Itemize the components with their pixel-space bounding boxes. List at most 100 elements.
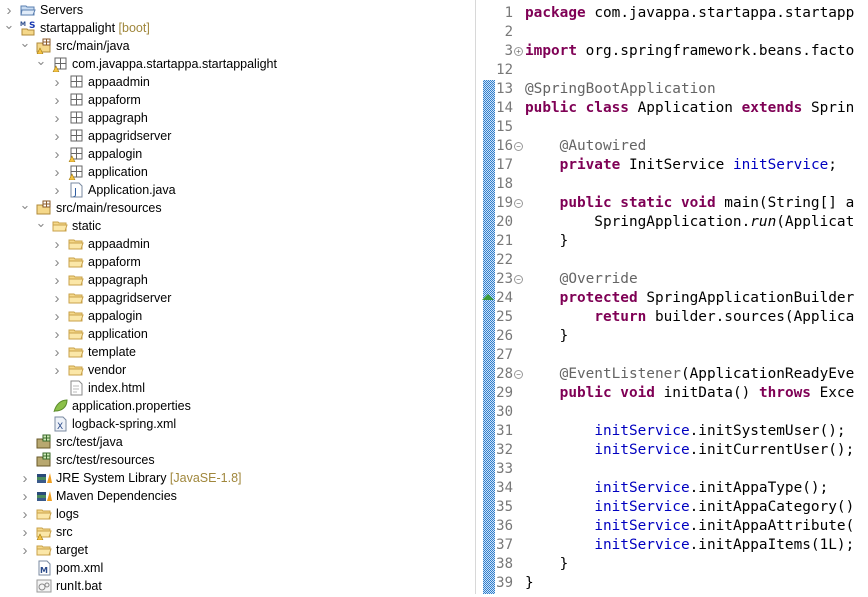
tree-item-application-java[interactable]: › J Application.java bbox=[0, 181, 470, 199]
tree-item-logs[interactable]: › logs bbox=[0, 505, 470, 523]
tree-item-appalogin[interactable]: › appalogin bbox=[0, 307, 470, 325]
tree-item-appaform[interactable]: › appaform bbox=[0, 91, 470, 109]
tree-item-label: logs bbox=[56, 507, 79, 521]
chevron-right-icon[interactable]: › bbox=[52, 181, 62, 199]
chevron-right-icon[interactable]: › bbox=[20, 469, 30, 487]
tree-item-vendor[interactable]: › vendor bbox=[0, 361, 470, 379]
chevron-down-icon[interactable]: ⌄ bbox=[20, 34, 31, 52]
chevron-right-icon[interactable]: › bbox=[52, 289, 62, 307]
chevron-right-icon[interactable]: › bbox=[52, 307, 62, 325]
folder-icon bbox=[68, 362, 84, 378]
chevron-right-icon[interactable]: › bbox=[20, 523, 30, 541]
tree-item-appaform[interactable]: › appaform bbox=[0, 253, 470, 271]
chevron-right-icon[interactable]: › bbox=[52, 109, 62, 127]
keyword: throws bbox=[758, 385, 811, 401]
tree-item-jre-system-library[interactable]: › JRE System Library [JavaSE-1.8] bbox=[0, 469, 470, 487]
tree-item-label: src/test/resources bbox=[56, 453, 155, 467]
chevron-right-icon[interactable]: › bbox=[52, 361, 62, 379]
tree-item-src-test-resources[interactable]: src/test/resources bbox=[0, 451, 470, 469]
java-editor[interactable]: 1 package com.javappa.startappa.startapp 2… bbox=[477, 0, 868, 594]
chevron-right-icon[interactable]: › bbox=[20, 541, 30, 559]
tree-item-runit-bat[interactable]: runIt.bat bbox=[0, 577, 470, 595]
tree-item-application[interactable]: › application bbox=[0, 325, 470, 343]
line-number: 2 bbox=[504, 24, 513, 40]
fold-collapse-icon[interactable]: − bbox=[514, 275, 523, 284]
tree-item-appalogin[interactable]: › appalogin bbox=[0, 145, 470, 163]
package-explorer: › Servers ⌄ M Sstartappalight [boot] ⌄ src/mai… bbox=[0, 0, 476, 594]
fold-collapse-icon[interactable]: − bbox=[514, 142, 523, 151]
tree-item-logback-spring-xml[interactable]: Xlogback-spring.xml bbox=[0, 415, 470, 433]
tree-item-appagridserver[interactable]: › appagridserver bbox=[0, 127, 470, 145]
code-text: } bbox=[525, 233, 569, 249]
code-line: public void initData() throws Exce bbox=[525, 384, 855, 403]
tree-item-src-main-resources[interactable]: ⌄ src/main/resources bbox=[0, 196, 470, 217]
chevron-right-icon[interactable]: › bbox=[52, 145, 62, 163]
tree-item-com-javappa-startappa-startappalight[interactable]: ⌄ com.javappa.startappa.startappalight bbox=[0, 52, 470, 73]
tree-item-appagraph[interactable]: › appagraph bbox=[0, 109, 470, 127]
keyword: protected bbox=[559, 290, 638, 306]
tree-item-label: appaform bbox=[88, 93, 141, 107]
tree-item-target[interactable]: › target bbox=[0, 541, 470, 559]
line-number: 34 bbox=[496, 480, 513, 496]
tree-item-template[interactable]: › template bbox=[0, 343, 470, 361]
code-line: SpringApplication.run(Applicat bbox=[525, 213, 854, 232]
tree-item-appagraph[interactable]: › appagraph bbox=[0, 271, 470, 289]
tree-item-src-main-java[interactable]: ⌄ src/main/java bbox=[0, 34, 470, 55]
tree-item-application-properties[interactable]: application.properties bbox=[0, 397, 470, 415]
chevron-right-icon[interactable]: › bbox=[52, 73, 62, 91]
tree-item-index-html[interactable]: index.html bbox=[0, 379, 470, 397]
code-line: @Override bbox=[525, 270, 638, 289]
tree-item-label: static bbox=[72, 219, 102, 233]
chevron-right-icon[interactable]: › bbox=[20, 505, 30, 523]
chevron-down-icon[interactable]: ⌄ bbox=[36, 214, 47, 232]
fold-expand-icon[interactable]: + bbox=[514, 47, 523, 56]
chevron-down-icon[interactable]: ⌄ bbox=[20, 196, 31, 214]
code-text: ; bbox=[828, 157, 837, 173]
chevron-down-icon[interactable]: ⌄ bbox=[4, 16, 15, 34]
tree-item-decoration: [boot] bbox=[115, 21, 150, 35]
chevron-right-icon[interactable]: › bbox=[20, 487, 30, 505]
code-line: initService.initSystemUser(); bbox=[525, 422, 845, 441]
chevron-right-icon[interactable]: › bbox=[52, 235, 62, 253]
tree-item-label: appaadmin bbox=[88, 75, 150, 89]
tree-item-appaadmin[interactable]: › appaadmin bbox=[0, 73, 470, 91]
chevron-right-icon[interactable]: › bbox=[52, 163, 62, 181]
chevron-right-icon[interactable]: › bbox=[52, 91, 62, 109]
tree-item-src-test-java[interactable]: src/test/java bbox=[0, 433, 470, 451]
tree-item-maven-dependencies[interactable]: › Maven Dependencies bbox=[0, 487, 470, 505]
line-number: 38 bbox=[496, 556, 513, 572]
chevron-right-icon[interactable]: › bbox=[52, 325, 62, 343]
code-text: SpringApplication. bbox=[525, 214, 751, 230]
fold-collapse-icon[interactable]: − bbox=[514, 370, 523, 379]
line-number: 15 bbox=[496, 119, 513, 135]
fold-collapse-icon[interactable]: − bbox=[514, 199, 523, 208]
code-line: } bbox=[525, 574, 534, 593]
chevron-down-icon[interactable]: ⌄ bbox=[36, 52, 47, 70]
tree-item-servers[interactable]: › Servers bbox=[0, 1, 470, 19]
annotation: @EventListener bbox=[559, 366, 681, 382]
package-icon bbox=[68, 164, 84, 181]
chevron-right-icon[interactable]: › bbox=[52, 343, 62, 361]
code-line: } bbox=[525, 232, 569, 251]
tree-item-label: appagridserver bbox=[88, 291, 172, 305]
tree-item-label: src/main/resources bbox=[56, 201, 162, 215]
tree-item-label: appaadmin bbox=[88, 237, 150, 251]
tree-item-static[interactable]: ⌄ static bbox=[0, 214, 470, 235]
code-line: } bbox=[525, 555, 569, 574]
code-text: initData() bbox=[663, 385, 751, 401]
library-icon bbox=[36, 488, 52, 504]
chevron-right-icon[interactable]: › bbox=[52, 271, 62, 289]
tree-item-pom-xml[interactable]: Mpom.xml bbox=[0, 559, 470, 577]
tree-item-appagridserver[interactable]: › appagridserver bbox=[0, 289, 470, 307]
code-text: } bbox=[525, 556, 569, 572]
tree-item-appaadmin[interactable]: › appaadmin bbox=[0, 235, 470, 253]
folder-icon bbox=[36, 506, 52, 522]
tree-item-label: index.html bbox=[88, 381, 145, 395]
tree-item-startappalight[interactable]: ⌄ M Sstartappalight [boot] bbox=[0, 16, 470, 37]
line-number: 27 bbox=[496, 347, 513, 363]
chevron-right-icon[interactable]: › bbox=[52, 253, 62, 271]
tree-item-src[interactable]: › src bbox=[0, 523, 470, 541]
chevron-right-icon[interactable]: › bbox=[52, 127, 62, 145]
tree-item-application[interactable]: › application bbox=[0, 163, 470, 181]
